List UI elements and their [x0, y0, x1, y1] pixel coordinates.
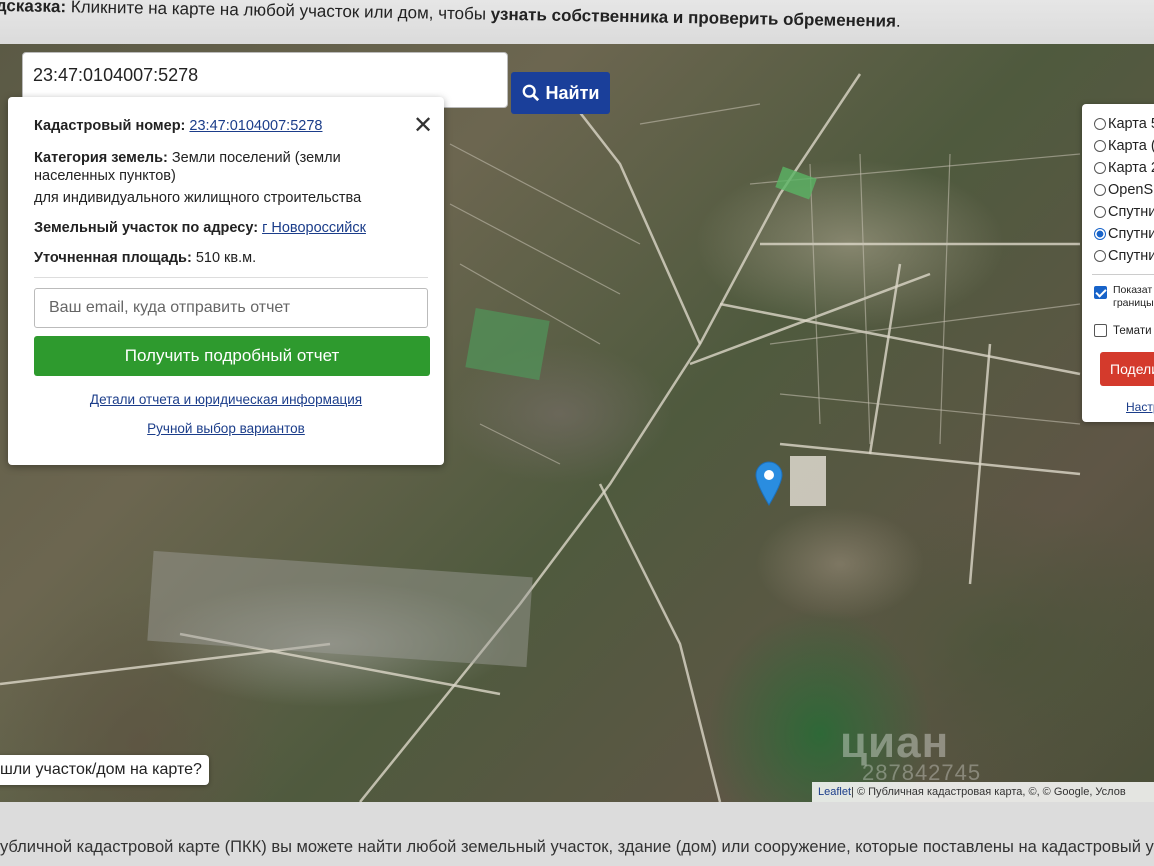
hint-prefix: дсказка:: [0, 0, 67, 17]
radio-2[interactable]: [1094, 162, 1106, 174]
email-placeholder: Ваш email, куда отправить отчет: [49, 299, 291, 316]
thematic-checkbox[interactable]: [1094, 324, 1107, 337]
location-pin-icon[interactable]: [754, 460, 784, 506]
search-button-label: Найти: [545, 82, 600, 103]
settings-link[interactable]: Настр: [1126, 400, 1154, 414]
layer-option-5[interactable]: Спутни: [1094, 226, 1154, 242]
show-borders-label-2: границы: [1113, 297, 1154, 309]
description-text: убличной кадастровой карте (ПКК) вы може…: [0, 838, 1154, 856]
layer-option-3[interactable]: OpenS: [1094, 182, 1153, 198]
manual-selection-link[interactable]: Ручной выбор вариантов: [34, 421, 418, 436]
layers-panel: Карта 5 Карта ( Карта 2 OpenS Спутни Спу…: [1082, 104, 1154, 422]
not-found-label: шли участок/дом на карте?: [0, 761, 202, 778]
radio-1[interactable]: [1094, 140, 1106, 152]
layer-option-1[interactable]: Карта (: [1094, 138, 1154, 154]
report-button-label: Получить подробный отчет: [124, 346, 340, 365]
layer-label: OpenS: [1108, 182, 1154, 198]
address-row: Земельный участок по адресу: г Новоросси…: [34, 219, 418, 237]
radio-3[interactable]: [1094, 184, 1106, 196]
email-field[interactable]: Ваш email, куда отправить отчет: [34, 288, 428, 328]
hint-suffix: .: [895, 11, 901, 31]
hint-body: Кликните на карте на любой участок или д…: [65, 0, 491, 24]
not-found-button[interactable]: шли участок/дом на карте?: [0, 755, 209, 785]
hint-bold: узнать собственника и проверить обремене…: [490, 4, 897, 31]
area-value: 510 кв.м.: [195, 250, 257, 266]
layers-divider: [1092, 274, 1154, 275]
hint-bar: дсказка: Кликните на карте на любой учас…: [0, 0, 1154, 48]
category-row: Категория земель: Земли поселений (земли…: [34, 149, 364, 185]
area-row: Уточненная площадь: 510 кв.м.: [34, 249, 418, 267]
radio-0[interactable]: [1094, 118, 1106, 130]
area-label: Уточненная площадь:: [34, 250, 192, 266]
category-use: для индивидуального жилищного строительс…: [34, 190, 362, 206]
category-label: Категория земель:: [34, 150, 168, 166]
thematic-label: Темати: [1113, 324, 1152, 337]
search-button[interactable]: Найти: [511, 72, 610, 114]
layer-label: Спутни: [1108, 226, 1154, 242]
attribution-text: | © Публичная кадастровая карта, ©, © Go…: [851, 786, 1126, 798]
layer-label: Спутни: [1108, 248, 1154, 264]
show-borders-checkbox[interactable]: [1094, 286, 1107, 299]
radio-6[interactable]: [1094, 250, 1106, 262]
radio-5-selected[interactable]: [1094, 228, 1106, 240]
cadastral-row: Кадастровый номер: 23:47:0104007:5278: [34, 117, 418, 135]
report-details-link[interactable]: Детали отчета и юридическая информация: [34, 392, 418, 407]
cadastral-label: Кадастровый номер:: [34, 118, 186, 134]
divider: [34, 277, 428, 278]
layer-option-6[interactable]: Спутни: [1094, 248, 1154, 264]
get-report-button[interactable]: Получить подробный отчет: [34, 336, 430, 376]
share-button[interactable]: Подели: [1100, 352, 1154, 386]
search-icon: [522, 84, 539, 102]
thematic-option[interactable]: Темати: [1094, 324, 1152, 337]
map-attribution: Leaflet | © Публичная кадастровая карта,…: [812, 782, 1154, 802]
layer-label: Карта (: [1108, 138, 1154, 154]
address-link[interactable]: г Новороссийск: [262, 220, 366, 236]
leaflet-link[interactable]: Leaflet: [818, 786, 851, 798]
page-description: убличной кадастровой карте (ПКК) вы може…: [0, 838, 1154, 866]
parcel-info-card: ✕ Кадастровый номер: 23:47:0104007:5278 …: [8, 97, 444, 465]
layer-option-4[interactable]: Спутни: [1094, 204, 1154, 220]
address-label: Земельный участок по адресу:: [34, 220, 259, 236]
layer-label: Карта 2: [1108, 160, 1154, 176]
layer-option-0[interactable]: Карта 5: [1094, 116, 1154, 132]
layer-option-2[interactable]: Карта 2: [1094, 160, 1154, 176]
cadastral-link[interactable]: 23:47:0104007:5278: [189, 118, 322, 134]
show-borders-label-1: Показат: [1113, 284, 1153, 296]
layer-label: Карта 5: [1108, 116, 1154, 132]
show-borders-option[interactable]: Показат границы: [1094, 284, 1154, 310]
radio-4[interactable]: [1094, 206, 1106, 218]
search-value: 23:47:0104007:5278: [33, 65, 199, 85]
hint-text: дсказка: Кликните на карте на любой учас…: [0, 0, 901, 32]
layer-label: Спутни: [1108, 204, 1154, 220]
share-label: Подели: [1110, 361, 1154, 377]
close-icon[interactable]: ✕: [412, 114, 434, 138]
